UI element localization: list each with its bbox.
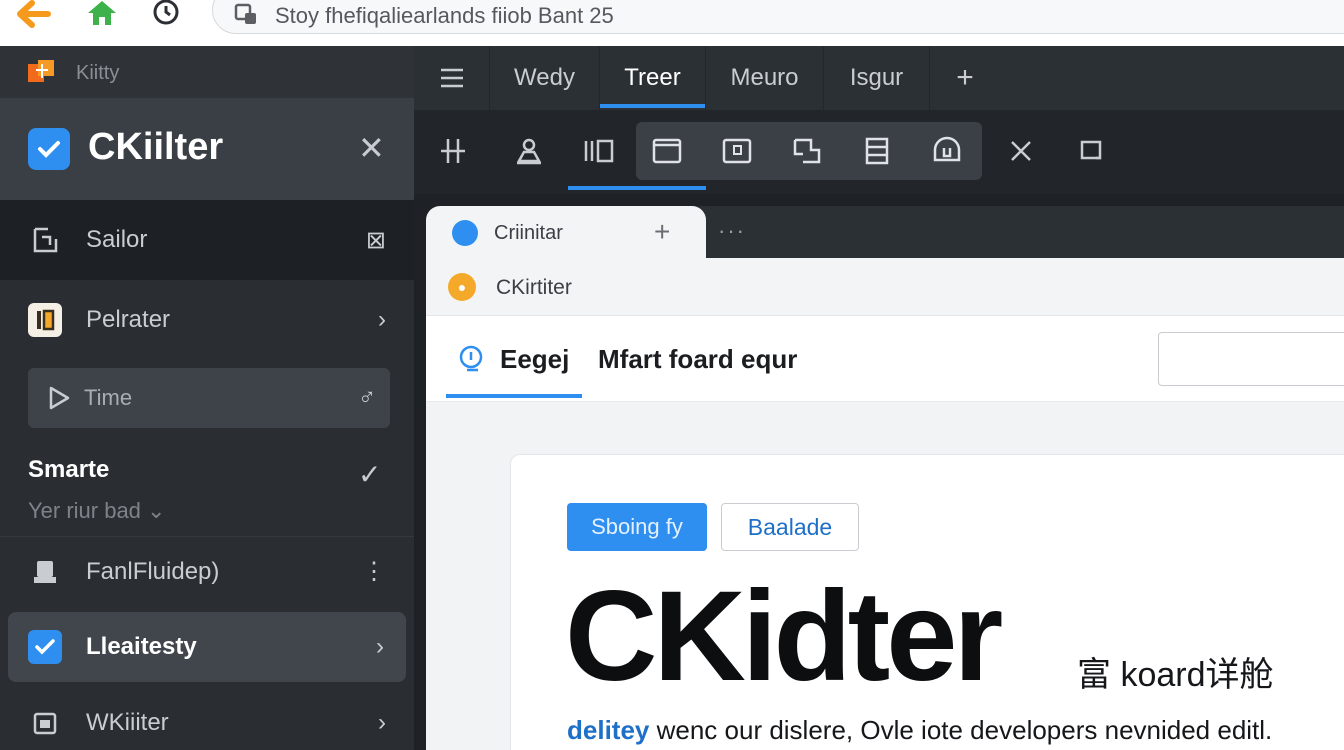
frame-tool-icon[interactable]	[642, 122, 692, 180]
browser-tab[interactable]: Criinitar +	[426, 206, 706, 258]
sidebar-item-label: Lleaitesty	[86, 633, 197, 660]
section-title: Smarte	[28, 456, 110, 483]
description-text: wenc our dislere, Ovle iote developers n…	[649, 715, 1273, 745]
primary-button[interactable]: Sboing fy	[567, 503, 707, 551]
sidebar-item-label: FanlFluidep)	[86, 557, 220, 585]
app-header: CKiilter ✕	[0, 98, 414, 200]
page-title: Mfart foard equr	[598, 344, 798, 374]
section-subtitle: Yer riur bad	[28, 498, 141, 523]
chevron-right-icon[interactable]: ›	[378, 709, 386, 737]
chevron-down-icon: ⌄	[147, 498, 166, 523]
sidebar-item-fanfluidep[interactable]: FanlFluidep) ⋮	[0, 536, 414, 606]
home-icon[interactable]	[82, 0, 122, 34]
document-icon	[28, 223, 62, 257]
section-dropdown[interactable]: Yer riur bad ⌄	[28, 498, 165, 524]
description-link[interactable]: delitey	[567, 715, 649, 745]
secondary-button[interactable]: Baalade	[721, 503, 859, 551]
tab-label: Wedy	[514, 64, 575, 91]
page-tab-label[interactable]: Eegej	[500, 344, 569, 375]
brand-row: Kiitty	[0, 46, 414, 98]
app-check-icon	[28, 128, 70, 170]
page-tab-indicator	[446, 394, 582, 398]
sidebar-item-label: WKiiiter	[86, 709, 169, 736]
sidebar: Kiitty CKiilter ✕ Sailor ⊠ Pelrater › Ti…	[0, 46, 414, 750]
sidebar-item-time[interactable]: Time ♂	[28, 368, 390, 428]
sidebar-item-label: Time	[84, 385, 133, 410]
page-header: Eegej Mfart foard equr	[426, 316, 1344, 402]
tab-isgur[interactable]: Isgur	[824, 46, 930, 110]
page-search-input[interactable]	[1158, 332, 1344, 386]
tab-label: Treer	[624, 64, 681, 91]
page-content: Sboing fy Baalade CKidter 富 koard详舱 deli…	[426, 402, 1344, 750]
url-bar[interactable]: Stoy fhefiqaliearlands fiiob Bant 25	[212, 0, 1344, 34]
tab-label: Isgur	[849, 64, 904, 91]
hero-description: delitey wenc our dislere, Ovle iote deve…	[567, 715, 1272, 746]
hero-subtitle: 富 koard详舱	[1077, 656, 1274, 694]
folder-app-icon	[28, 303, 62, 337]
browser-top-bar: Stoy fhefiqaliearlands fiiob Bant 25	[0, 0, 1344, 46]
sidebar-item-sailor[interactable]: Sailor ⊠	[0, 200, 414, 280]
site-info-icon[interactable]	[233, 1, 261, 29]
expand-icon[interactable]: ⊠	[366, 226, 386, 255]
tab-meuro[interactable]: Meuro	[706, 46, 824, 110]
calendar-icon	[28, 706, 62, 740]
more-vertical-icon[interactable]: ⋮	[362, 557, 386, 586]
check-icon[interactable]: ✓	[358, 458, 381, 491]
close-icon[interactable]: ✕	[358, 132, 385, 164]
columns-tool-icon[interactable]	[574, 122, 624, 180]
app-title: CKiilter	[88, 126, 224, 168]
editor-header: Wedy Treer Meuro Isgur +	[414, 46, 1344, 194]
sidebar-item-label: Sailor	[86, 226, 148, 253]
stamp-icon	[28, 555, 62, 589]
sidebar-item-leaitesty[interactable]: Lleaitesty ›	[8, 612, 406, 682]
headset-tool-icon[interactable]	[922, 122, 972, 180]
user-tool-icon[interactable]	[504, 122, 554, 180]
site-favicon-icon: ●	[448, 273, 476, 301]
brand-logo-icon	[26, 58, 60, 88]
hamburger-menu-icon[interactable]	[414, 46, 490, 110]
reload-icon[interactable]	[146, 0, 186, 34]
browser-address-bar[interactable]: ● CKirtiter	[426, 258, 1344, 316]
window-tool-icon[interactable]	[712, 122, 762, 180]
layout-tool-icon[interactable]	[782, 122, 832, 180]
sidebar-item-pelrater[interactable]: Pelrater ›	[0, 280, 414, 360]
chevron-right-icon[interactable]: ›	[378, 306, 386, 334]
square-tool-icon[interactable]	[1066, 122, 1116, 180]
brand-name: Kiitty	[76, 62, 120, 84]
checkbox-icon	[28, 630, 62, 664]
hero-title: CKidter	[565, 565, 1003, 708]
tabs-row: Wedy Treer Meuro Isgur +	[414, 46, 1344, 110]
add-tab-button[interactable]: +	[942, 46, 988, 110]
editor-toolbar	[414, 110, 1344, 194]
hero-card: Sboing fy Baalade CKidter 富 koard详舱 deli…	[510, 454, 1344, 750]
edit-link-icon[interactable]: ♂	[358, 384, 376, 412]
active-tab-indicator	[600, 104, 705, 108]
chevron-right-icon[interactable]: ›	[376, 633, 384, 661]
new-tab-button[interactable]: +	[654, 216, 670, 248]
browser-tab-bar: Criinitar + ···	[426, 206, 1344, 258]
list-tool-icon[interactable]	[852, 122, 902, 180]
close-tool-icon[interactable]	[996, 122, 1046, 180]
tab-favicon-icon	[452, 220, 478, 246]
tab-wedy[interactable]: Wedy	[490, 46, 600, 110]
back-arrow-icon[interactable]	[14, 0, 54, 34]
address-text[interactable]: CKirtiter	[496, 276, 572, 300]
tab-label: Meuro	[730, 64, 799, 91]
page-logo-icon	[456, 344, 486, 374]
active-tool-indicator	[568, 186, 706, 190]
tab-treer[interactable]: Treer	[600, 46, 706, 110]
more-tabs-icon[interactable]: ···	[718, 218, 746, 244]
play-icon	[42, 381, 76, 415]
url-text[interactable]: Stoy fhefiqaliearlands fiiob Bant 25	[275, 3, 614, 29]
browser-tab-label: Criinitar	[494, 222, 563, 244]
grid-tool-icon[interactable]	[428, 122, 478, 180]
sidebar-item-wkiiter[interactable]: WKiiiter ›	[0, 688, 414, 750]
browser-window: Criinitar + ··· ● CKirtiter Eegej Mfart …	[426, 206, 1344, 750]
sidebar-item-label: Pelrater	[86, 306, 171, 333]
